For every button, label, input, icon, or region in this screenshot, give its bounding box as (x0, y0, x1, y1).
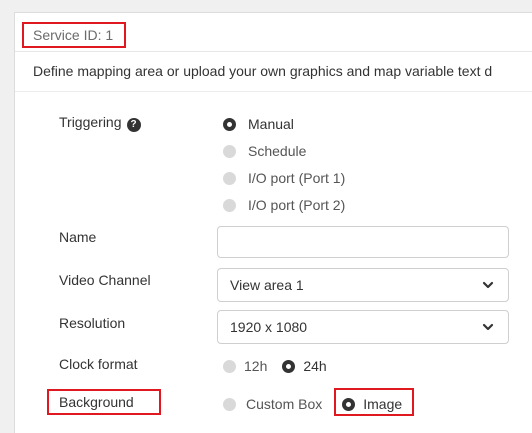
description-text: Define mapping area or upload your own g… (33, 63, 493, 79)
video-channel-value: View area 1 (230, 277, 304, 293)
triggering-option-label: I/O port (Port 2) (248, 197, 346, 213)
resolution-value: 1920 x 1080 (230, 319, 308, 335)
image-option-highlight (334, 388, 414, 416)
radio-unchecked-icon[interactable] (223, 198, 236, 212)
radio-checked-icon[interactable] (282, 359, 296, 373)
triggering-option-manual[interactable]: Manual (223, 114, 294, 134)
clock-format-option-label: 12h (244, 358, 268, 374)
triggering-label: Triggering (59, 114, 122, 130)
question-circle-icon[interactable]: ? (126, 118, 141, 132)
clock-format-option-label: 24h (303, 358, 327, 374)
background-label: Background (59, 394, 134, 410)
resolution-label: Resolution (59, 315, 126, 331)
video-channel-select[interactable]: View area 1 (217, 268, 509, 302)
chevron-down-icon (482, 323, 494, 331)
triggering-option-io-port-1[interactable]: I/O port (Port 1) (223, 168, 345, 188)
radio-unchecked-icon[interactable] (223, 171, 236, 185)
background-option-label: Custom Box (246, 396, 323, 412)
header-divider (15, 51, 532, 52)
video-channel-label: Video Channel (59, 272, 151, 288)
radio-unchecked-icon[interactable] (223, 144, 236, 158)
name-input[interactable] (217, 226, 509, 258)
clock-format-option-24h[interactable]: 24h (282, 358, 327, 374)
clock-format-option-12h[interactable]: 12h (223, 358, 267, 374)
resolution-select[interactable]: 1920 x 1080 (217, 310, 509, 344)
triggering-option-schedule[interactable]: Schedule (223, 141, 306, 161)
radio-unchecked-icon[interactable] (223, 359, 236, 373)
radio-checked-icon[interactable] (223, 117, 236, 131)
triggering-option-label: I/O port (Port 1) (248, 170, 346, 186)
clock-format-options: 12h 24h (223, 356, 327, 376)
background-option-custom-box[interactable]: Custom Box (223, 396, 322, 412)
service-id-label: Service ID: 1 (22, 22, 126, 48)
radio-unchecked-icon[interactable] (223, 397, 236, 411)
triggering-label-group: Triggering? (59, 114, 141, 132)
triggering-option-label: Manual (248, 116, 294, 132)
clock-format-label: Clock format (59, 356, 138, 372)
chevron-down-icon (482, 281, 494, 289)
triggering-option-label: Schedule (248, 143, 307, 159)
triggering-option-io-port-2[interactable]: I/O port (Port 2) (223, 195, 345, 215)
name-label: Name (59, 229, 97, 245)
description-divider (15, 91, 532, 92)
